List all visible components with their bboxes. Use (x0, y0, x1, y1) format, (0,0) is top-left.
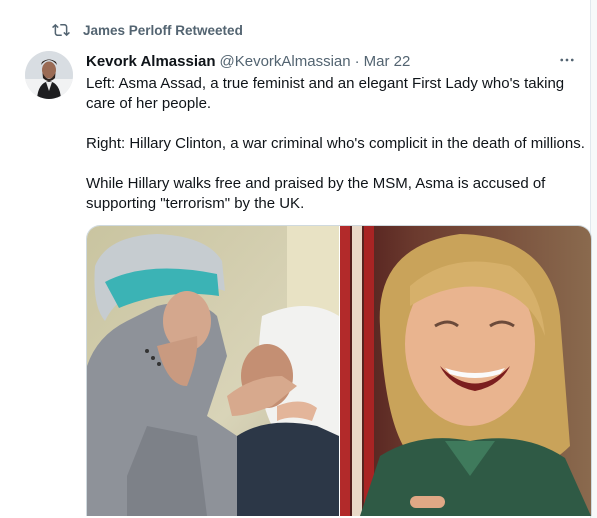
more-icon (560, 58, 574, 62)
retweet-label: James Perloff Retweeted (83, 22, 243, 38)
tweet-media[interactable] (86, 225, 592, 516)
retweet-icon (52, 23, 70, 37)
media-image-right[interactable] (340, 226, 591, 516)
tweet-text-line-2: Right: Hillary Clinton, a war criminal w… (86, 135, 585, 152)
tweet-text: Left: Asma Assad, a true feminist and an… (86, 74, 586, 214)
left-photo (87, 226, 339, 516)
author-handle[interactable]: @KevorkAlmassian (220, 53, 351, 70)
avatar[interactable] (25, 51, 73, 99)
retweet-context[interactable]: James Perloff Retweeted (52, 20, 243, 40)
header-separator: · (354, 52, 360, 70)
more-button[interactable] (556, 49, 578, 71)
right-photo (340, 226, 591, 516)
media-image-left[interactable] (87, 226, 339, 516)
tweet-date[interactable]: Mar 22 (364, 53, 411, 70)
author-name[interactable]: Kevork Almassian (86, 53, 216, 70)
tweet-text-line-3: While Hillary walks free and praised by … (86, 175, 546, 212)
tweet-card[interactable]: James Perloff Retweeted Kevork Almassian… (0, 0, 592, 518)
tweet-text-line-1: Left: Asma Assad, a true feminist and an… (86, 75, 565, 112)
tweet-header: Kevork Almassian @KevorkAlmassian · Mar … (86, 51, 578, 71)
avatar-image (25, 51, 73, 99)
